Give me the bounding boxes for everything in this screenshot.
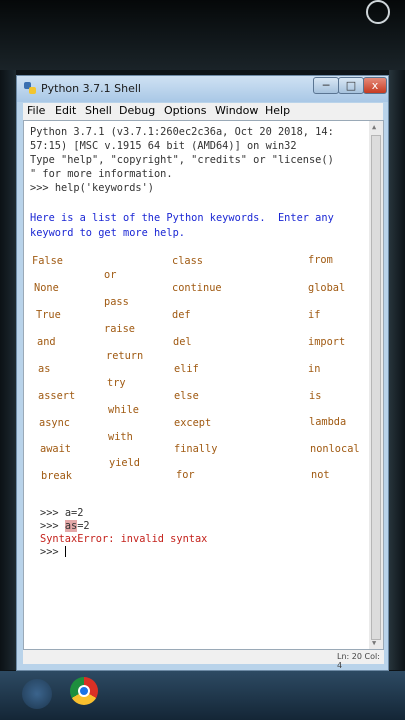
keyword: with (108, 431, 133, 443)
input-text: a=2 (64, 507, 84, 519)
keyword: del (173, 336, 192, 348)
keyword: None (34, 282, 59, 294)
monitor-bezel (0, 0, 405, 70)
keyword: class (172, 255, 203, 267)
menu-window[interactable]: Window (215, 104, 258, 117)
keyword: or (104, 269, 117, 281)
banner-line: " for more information. (30, 168, 173, 180)
prompt: >>> (40, 520, 65, 532)
keyword: import (308, 336, 346, 348)
keyword: assert (38, 390, 76, 402)
python-icon (24, 82, 36, 94)
keyword: as (38, 363, 51, 375)
keyword: global (308, 282, 346, 294)
keyword: for (176, 469, 195, 481)
input-line: >>> a=2 (40, 507, 83, 519)
shell-text-area[interactable]: Python 3.7.1 (v3.7.1:260ec2c36a, Oct 20 … (23, 120, 384, 650)
close-button[interactable]: x (363, 77, 387, 94)
scroll-thumb[interactable] (371, 135, 381, 640)
command-line: >>> help('keywords') (30, 182, 154, 194)
keyword: while (108, 404, 139, 416)
prompt: >>> (40, 546, 65, 558)
help-line: Here is a list of the Python keywords. E… (30, 212, 334, 224)
menu-shell[interactable]: Shell (85, 104, 112, 117)
menu-bar: File Edit Shell Debug Options Window Hel… (23, 103, 383, 120)
keyword: elif (174, 363, 199, 375)
start-icon[interactable] (22, 679, 52, 709)
banner-line: 57:15) [MSC v.1915 64 bit (AMD64)] on wi… (30, 140, 297, 152)
menu-edit[interactable]: Edit (55, 104, 76, 117)
desktop-right (389, 70, 405, 670)
input-text: =2 (77, 520, 90, 532)
keyword: True (36, 309, 61, 321)
keyword: finally (174, 443, 218, 455)
keyword: except (174, 417, 212, 429)
keyword: yield (109, 457, 140, 469)
desktop-left (0, 70, 16, 670)
keyword: return (106, 350, 144, 362)
keyword: if (308, 309, 321, 321)
help-line: keyword to get more help. (30, 227, 185, 239)
taskbar (0, 671, 405, 720)
keyword: in (308, 363, 321, 375)
maximize-button[interactable]: □ (338, 77, 364, 94)
prompt: >>> (40, 507, 65, 519)
title-bar[interactable]: Python 3.7.1 Shell ─ □ x (17, 76, 388, 102)
menu-options[interactable]: Options (164, 104, 206, 117)
camera-dot (366, 0, 390, 24)
command-text: help('keywords') (54, 182, 155, 194)
scroll-up-icon[interactable]: ▲ (372, 123, 376, 131)
idle-shell-window: Python 3.7.1 Shell ─ □ x File Edit Shell… (16, 75, 389, 671)
keyword: raise (104, 323, 135, 335)
keyword: await (40, 443, 71, 455)
keyword: continue (172, 282, 222, 294)
menu-file[interactable]: File (27, 104, 45, 117)
prompt: >>> (30, 182, 55, 194)
menu-debug[interactable]: Debug (119, 104, 155, 117)
active-prompt[interactable]: >>> (40, 546, 66, 558)
keyword: else (174, 390, 199, 402)
error-message: SyntaxError: invalid syntax (40, 533, 208, 545)
keyword: lambda (309, 416, 347, 428)
minimize-button[interactable]: ─ (313, 77, 339, 94)
keyword: not (311, 469, 330, 481)
keyword: False (32, 255, 63, 267)
banner-line: Type "help", "copyright", "credits" or "… (30, 154, 334, 166)
banner-line: Python 3.7.1 (v3.7.1:260ec2c36a, Oct 20 … (30, 126, 334, 138)
keyword: is (309, 390, 322, 402)
cursor-position: Ln: 20 Col: 4 (337, 652, 380, 670)
window-title: Python 3.7.1 Shell (41, 82, 141, 95)
menu-help[interactable]: Help (265, 104, 290, 117)
keyword: pass (104, 296, 129, 308)
status-bar: Ln: 20 Col: 4 (23, 650, 384, 670)
keyword: def (172, 309, 191, 321)
keyword: try (107, 377, 126, 389)
highlighted-error-token: as (64, 520, 78, 532)
keyword: break (41, 470, 72, 482)
keyword: and (37, 336, 56, 348)
text-cursor (64, 546, 66, 557)
chrome-icon[interactable] (70, 677, 98, 705)
input-line: >>> as=2 (40, 520, 90, 532)
keyword: nonlocal (310, 443, 360, 455)
scroll-down-icon[interactable]: ▼ (372, 639, 376, 647)
vertical-scrollbar[interactable]: ▲ ▼ (369, 121, 383, 649)
keyword: async (39, 417, 70, 429)
keyword: from (308, 254, 333, 266)
